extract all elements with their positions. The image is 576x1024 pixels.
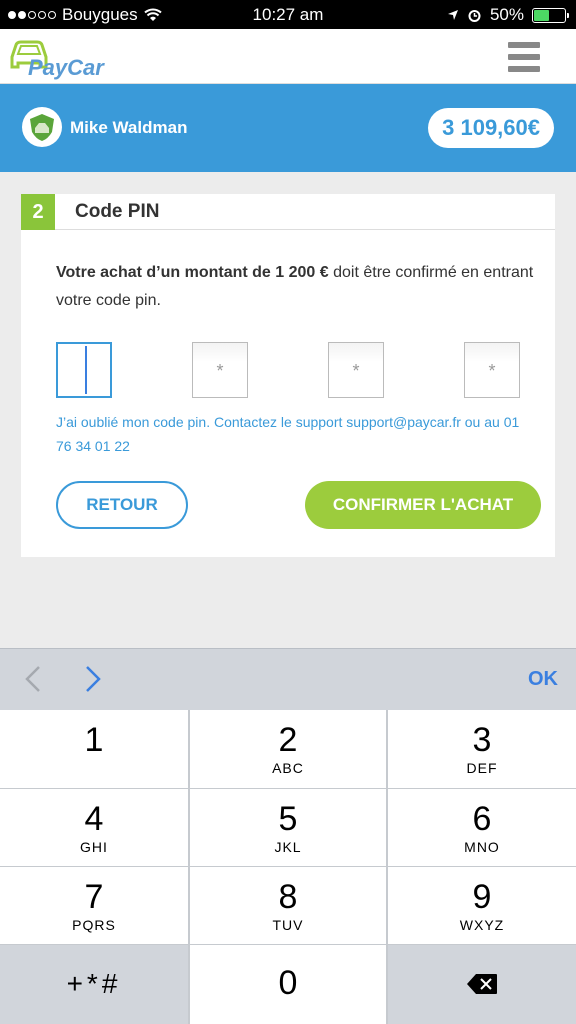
forgot-pin-link[interactable]: J’ai oublié mon code pin. Contactez le s… [56, 410, 536, 458]
key-symbols[interactable]: +*# [0, 945, 188, 1024]
location-arrow-icon [447, 10, 458, 20]
purchase-amount-text: Votre achat d’un montant de 1 200 € [56, 264, 329, 281]
user-bar: Mike Waldman 3 109,60€ [0, 84, 576, 172]
key-5[interactable]: 5 JKL [190, 789, 386, 866]
app-header: PayCar [0, 29, 576, 84]
card-header: 2 Code PIN [21, 194, 555, 230]
key-7[interactable]: 7 PQRS [0, 867, 188, 944]
battery-percent: 50% [489, 5, 524, 24]
key-8[interactable]: 8 TUV [190, 867, 386, 944]
key-3[interactable]: 3 DEF [388, 710, 576, 788]
avatar [22, 107, 62, 147]
key-0[interactable]: 0 [190, 945, 386, 1024]
key-9[interactable]: 9 WXYZ [388, 867, 576, 944]
confirm-purchase-button[interactable]: CONFIRMER L'ACHAT [305, 481, 541, 529]
logo-text: PayCar [28, 55, 104, 80]
alarm-icon [468, 9, 481, 22]
menu-icon[interactable] [508, 42, 540, 72]
step-title: Code PIN [75, 201, 160, 222]
key-2[interactable]: 2 ABC [190, 710, 386, 788]
pin-digit-2[interactable]: * [192, 342, 248, 398]
status-bar: Bouygues 10:27 am 50% [0, 0, 576, 29]
chevron-right-icon[interactable] [84, 665, 102, 693]
pin-digit-1[interactable] [56, 342, 112, 398]
pin-digit-4[interactable]: * [464, 342, 520, 398]
back-button[interactable]: RETOUR [56, 481, 188, 529]
key-4[interactable]: 4 GHI [0, 789, 188, 866]
pin-card: 2 Code PIN Votre achat d’un montant de 1… [21, 194, 555, 557]
key-1[interactable]: 1 [0, 710, 188, 788]
balance-badge: 3 109,60€ [428, 108, 554, 148]
paycar-logo[interactable]: PayCar [8, 37, 104, 80]
chevron-left-icon[interactable] [24, 665, 42, 693]
user-name: Mike Waldman [70, 118, 188, 137]
step-number: 2 [21, 194, 55, 230]
pin-input-group: * * * [56, 342, 521, 398]
numeric-keypad: 1 2 ABC 3 DEF 4 GHI 5 JKL 6 MNO 7 PQRS 8 TUV 9W… [0, 710, 576, 1024]
ok-button[interactable]: OK [528, 668, 558, 691]
keyboard-accessory-bar: OK [0, 648, 576, 710]
backspace-icon [467, 974, 497, 994]
battery-icon [532, 7, 569, 23]
purchase-description: Votre achat d’un montant de 1 200 € doit… [56, 259, 536, 315]
key-6[interactable]: 6 MNO [388, 789, 576, 866]
pin-digit-3[interactable]: * [328, 342, 384, 398]
key-backspace[interactable] [388, 945, 576, 1024]
status-right: 50% [447, 5, 569, 25]
shield-avatar-icon [30, 114, 54, 141]
